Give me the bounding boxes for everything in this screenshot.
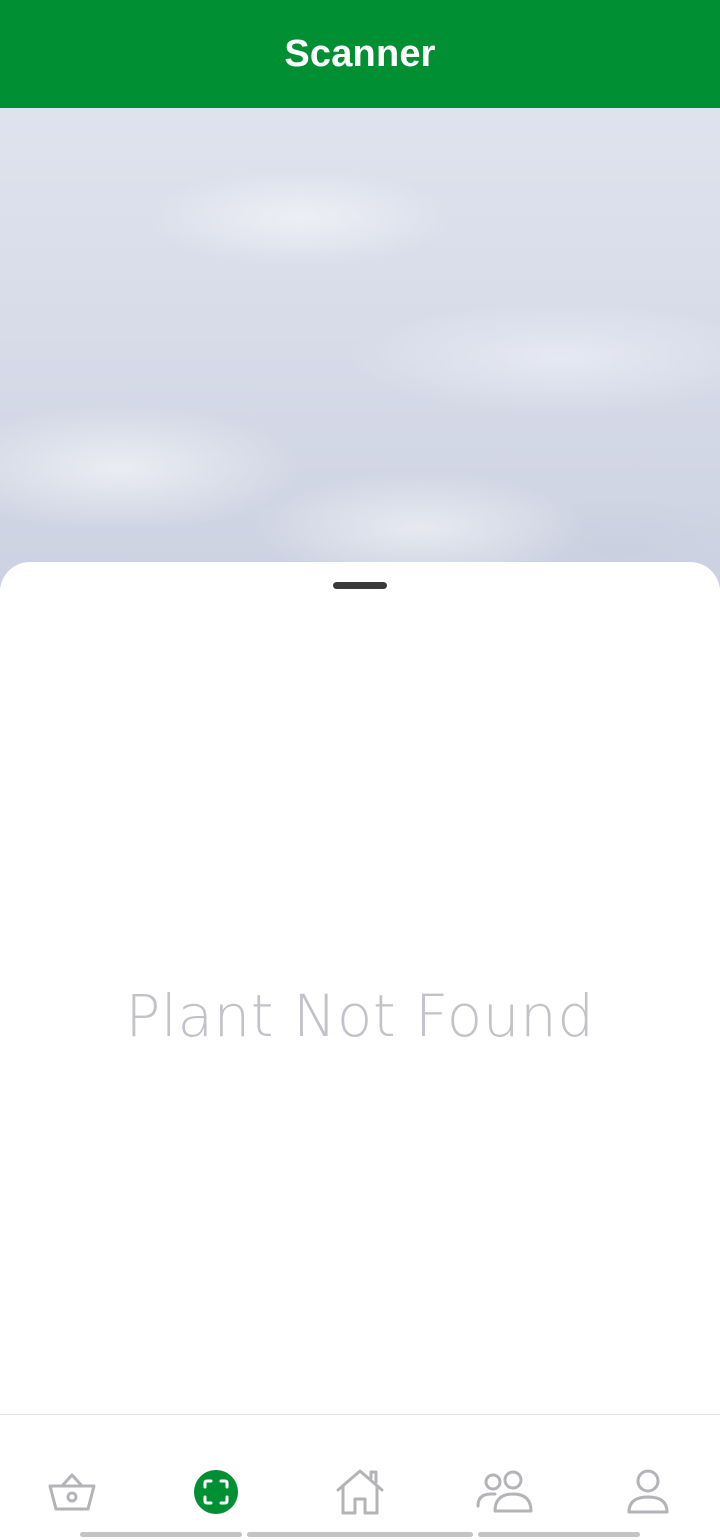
user-icon — [626, 1469, 670, 1515]
nav-item-profile[interactable] — [623, 1467, 673, 1517]
basket-icon — [47, 1470, 97, 1514]
sheet-drag-handle[interactable] — [333, 582, 387, 589]
page-title: Scanner — [284, 32, 436, 75]
plant-not-found-message: Plant Not Found — [125, 982, 595, 1050]
scan-icon — [194, 1470, 238, 1514]
nav-item-scanner[interactable] — [191, 1467, 241, 1517]
bottom-navigation — [0, 1414, 720, 1540]
gesture-bar-center[interactable] — [247, 1532, 473, 1537]
result-bottom-sheet: Plant Not Found — [0, 562, 720, 1414]
nav-item-home[interactable] — [335, 1467, 385, 1517]
people-icon — [475, 1470, 533, 1514]
home-icon — [335, 1468, 385, 1516]
nav-item-community[interactable] — [476, 1467, 533, 1517]
nav-item-shop[interactable] — [47, 1467, 97, 1517]
gesture-bar-left — [80, 1532, 242, 1537]
app-bar: Scanner — [0, 0, 720, 108]
scanner-screen: Scanner Plant Not Found — [0, 0, 720, 1540]
gesture-bar-right — [478, 1532, 640, 1537]
camera-preview[interactable] — [0, 108, 720, 588]
